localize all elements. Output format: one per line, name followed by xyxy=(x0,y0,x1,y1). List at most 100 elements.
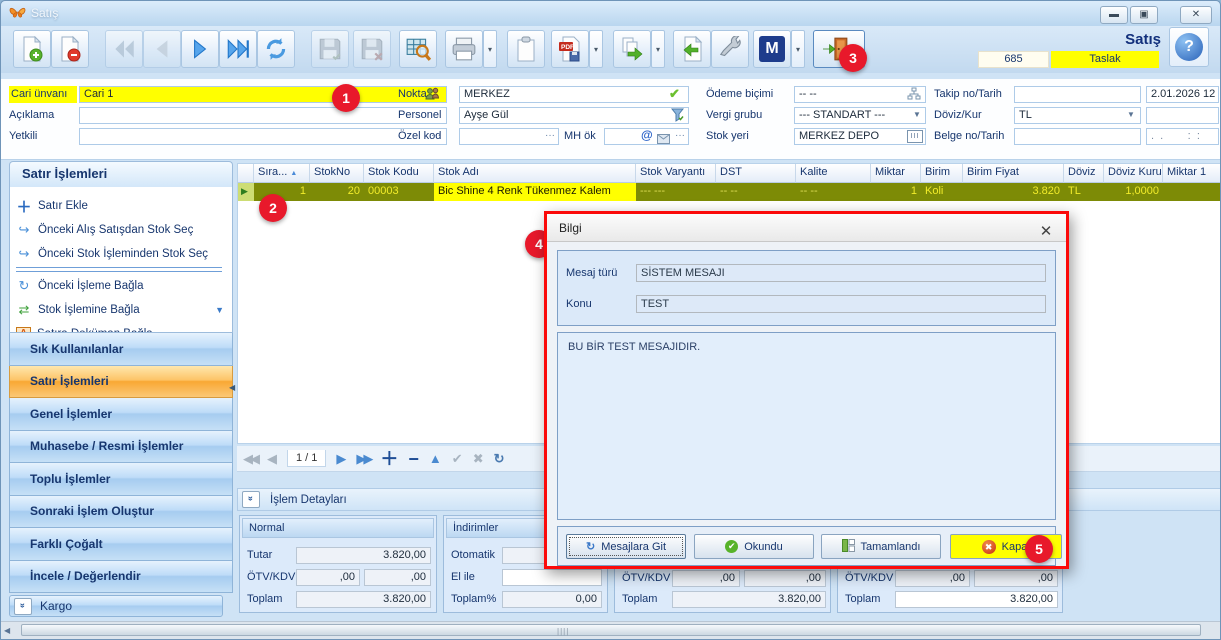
customer-lookup-icon[interactable] xyxy=(425,87,440,106)
expand-chevrons-icon[interactable]: » xyxy=(14,598,32,615)
dialog-title-bar[interactable]: Bilgi ✕ xyxy=(547,214,1066,242)
belge-no-field[interactable] xyxy=(1014,128,1141,145)
settings-wrench-button[interactable] xyxy=(711,30,749,68)
ozel-kod-field[interactable] xyxy=(459,128,559,145)
nokta-field[interactable]: MERKEZ xyxy=(459,86,689,103)
personel-filter-icon[interactable] xyxy=(671,108,684,127)
row-commit-icon[interactable]: ✔ xyxy=(452,449,463,469)
save-button[interactable] xyxy=(311,30,349,68)
col-miktar[interactable]: Miktar xyxy=(871,164,921,183)
col-miktar-1[interactable]: Miktar 1 xyxy=(1163,164,1221,183)
doviz-kur-select[interactable]: TL xyxy=(1014,107,1141,124)
aciklama-field[interactable] xyxy=(79,107,447,124)
sidebar-item-onceki-isleme-bagla[interactable]: ↻ Önceki İşleme Bağla xyxy=(16,275,226,297)
col-birim[interactable]: Birim xyxy=(921,164,963,183)
accordion-farkli-cogalt[interactable]: Farklı Çoğalt xyxy=(9,528,233,561)
accordion-muhasebe-resmi[interactable]: Muhasebe / Resmi İşlemler xyxy=(9,431,233,464)
payment-tree-icon[interactable] xyxy=(907,87,921,106)
sidebar-item-satira-dokuman-bagla[interactable]: A Satıra Doküman Bağla xyxy=(16,323,226,333)
cari-unvani-field[interactable]: Cari 1 xyxy=(79,86,447,103)
m-module-dropdown[interactable]: ▾ xyxy=(791,30,805,68)
mail-view-icon[interactable] xyxy=(657,131,670,149)
row-edit-icon[interactable]: ▲ xyxy=(429,449,442,469)
mh-ok-ellipsis-button[interactable]: ··· xyxy=(675,130,685,141)
preview-button[interactable] xyxy=(399,30,437,68)
close-button[interactable]: ✕ xyxy=(1180,6,1212,24)
col-stok-adi[interactable]: Stok Adı xyxy=(434,164,636,183)
takip-no-field[interactable] xyxy=(1014,86,1141,103)
copy-forward-button[interactable] xyxy=(613,30,651,68)
row-delete-icon[interactable]: − xyxy=(408,449,419,469)
last-record-button[interactable] xyxy=(219,30,257,68)
at-sign-icon[interactable]: @ xyxy=(641,128,653,142)
accordion-genel-islemler[interactable]: Genel İşlemler xyxy=(9,398,233,431)
previous-record-button[interactable] xyxy=(143,30,181,68)
row-add-icon[interactable]: ＋ xyxy=(380,449,398,469)
splitter-collapse-arrow[interactable]: ◀ xyxy=(229,383,235,392)
new-record-button[interactable] xyxy=(13,30,51,68)
m-module-button[interactable]: M xyxy=(753,30,791,68)
sidebar-item-stok-islemine-bagla[interactable]: ⇄ Stok İşlemine Bağla ▼ xyxy=(16,299,226,321)
col-stokno[interactable]: StokNo xyxy=(310,164,364,183)
belge-tarih-field[interactable]: . . : : xyxy=(1146,128,1219,145)
maximize-button[interactable]: ▣ xyxy=(1130,6,1158,24)
nav-prev-icon[interactable]: ◀ xyxy=(267,449,277,469)
doviz-kur-dropdown-icon[interactable]: ▼ xyxy=(1127,110,1135,119)
pdf-export-button[interactable]: PDF xyxy=(551,30,589,68)
accordion-sonraki-islem[interactable]: Sonraki İşlem Oluştur xyxy=(9,496,233,529)
print-button[interactable] xyxy=(445,30,483,68)
mesajlara-git-button[interactable]: ↻ Mesajlara Git xyxy=(566,534,686,559)
horizontal-scrollbar[interactable]: ◀ |||| xyxy=(1,621,1221,639)
tamamlandi-button[interactable]: Tamamlandı xyxy=(821,534,941,559)
delete-record-button[interactable] xyxy=(51,30,89,68)
import-document-button[interactable] xyxy=(673,30,711,68)
scroll-left-arrow[interactable]: ◀ xyxy=(4,626,10,635)
nav-first-icon[interactable]: ◀◀ xyxy=(243,449,257,469)
okundu-button[interactable]: ✔ Okundu xyxy=(694,534,814,559)
vergi-grubu-dropdown-icon[interactable]: ▼ xyxy=(913,110,921,119)
accordion-satir-islemleri[interactable]: Satır İşlemleri xyxy=(9,366,233,399)
selected-grid-row[interactable]: ▶ 1 20 00003 Bic Shine 4 Renk Tükenmez K… xyxy=(238,183,1221,201)
stok-yeri-lookup-icon[interactable]: III xyxy=(907,130,923,143)
row-cancel-icon[interactable]: ✖ xyxy=(473,449,484,469)
scroll-more-icon[interactable]: ▼ xyxy=(215,305,224,315)
col-birim-fiyat[interactable]: Birim Fiyat xyxy=(963,164,1064,183)
clipboard-button[interactable] xyxy=(507,30,545,68)
sidebar-item-satir-ekle[interactable]: ＋ Satır Ekle xyxy=(16,195,226,217)
yetkili-field[interactable] xyxy=(79,128,447,145)
refresh-button[interactable] xyxy=(257,30,295,68)
scrollbar-thumb[interactable]: |||| xyxy=(21,624,1201,636)
nav-next-icon[interactable]: ▶ xyxy=(336,449,346,469)
col-doviz-kuru[interactable]: Döviz Kuru xyxy=(1104,164,1163,183)
accordion-incele-degerlendir[interactable]: İncele / Değerlendir xyxy=(9,561,233,594)
accordion-sik-kullanilanlar[interactable]: Sık Kullanılanlar xyxy=(9,333,233,366)
row-refresh-icon[interactable]: ↻ xyxy=(494,449,505,469)
collapse-chevrons-icon[interactable]: » xyxy=(242,491,260,508)
save-close-button[interactable] xyxy=(353,30,391,68)
dialog-close-icon[interactable]: ✕ xyxy=(1036,218,1056,246)
col-stok-varyanti[interactable]: Stok Varyantı xyxy=(636,164,716,183)
nav-last-icon[interactable]: ▶▶ xyxy=(356,449,370,469)
first-record-button[interactable] xyxy=(105,30,143,68)
accordion-toplu-islemler[interactable]: Toplu İşlemler xyxy=(9,463,233,496)
help-button[interactable]: ? xyxy=(1169,27,1209,67)
sidebar-item-onceki-stok-isleminden[interactable]: ↪ Önceki Stok İşleminden Stok Seç xyxy=(16,243,226,265)
kargo-panel-header[interactable]: » Kargo xyxy=(9,595,223,617)
tarih-field[interactable]: 2.01.2026 12 xyxy=(1146,86,1219,103)
next-record-button[interactable] xyxy=(181,30,219,68)
col-kalite[interactable]: Kalite xyxy=(796,164,871,183)
el-ile-field[interactable] xyxy=(502,569,602,586)
col-stok-kodu[interactable]: Stok Kodu xyxy=(364,164,434,183)
col-dst[interactable]: DST xyxy=(716,164,796,183)
kur-field[interactable] xyxy=(1146,107,1219,124)
personel-field[interactable]: Ayşe Gül xyxy=(459,107,689,124)
minimize-button[interactable]: ▬ xyxy=(1100,6,1128,24)
vergi-grubu-select[interactable]: --- STANDART --- xyxy=(794,107,926,124)
print-dropdown[interactable]: ▾ xyxy=(483,30,497,68)
sidebar-item-onceki-alis-satisdan[interactable]: ↪ Önceki Alış Satışdan Stok Seç xyxy=(16,219,226,241)
col-sira[interactable]: Sıra... ▲ xyxy=(254,164,310,183)
copy-forward-dropdown[interactable]: ▾ xyxy=(651,30,665,68)
ozel-kod-ellipsis-button[interactable]: ··· xyxy=(545,130,555,141)
pdf-dropdown[interactable]: ▾ xyxy=(589,30,603,68)
col-doviz[interactable]: Döviz xyxy=(1064,164,1104,183)
